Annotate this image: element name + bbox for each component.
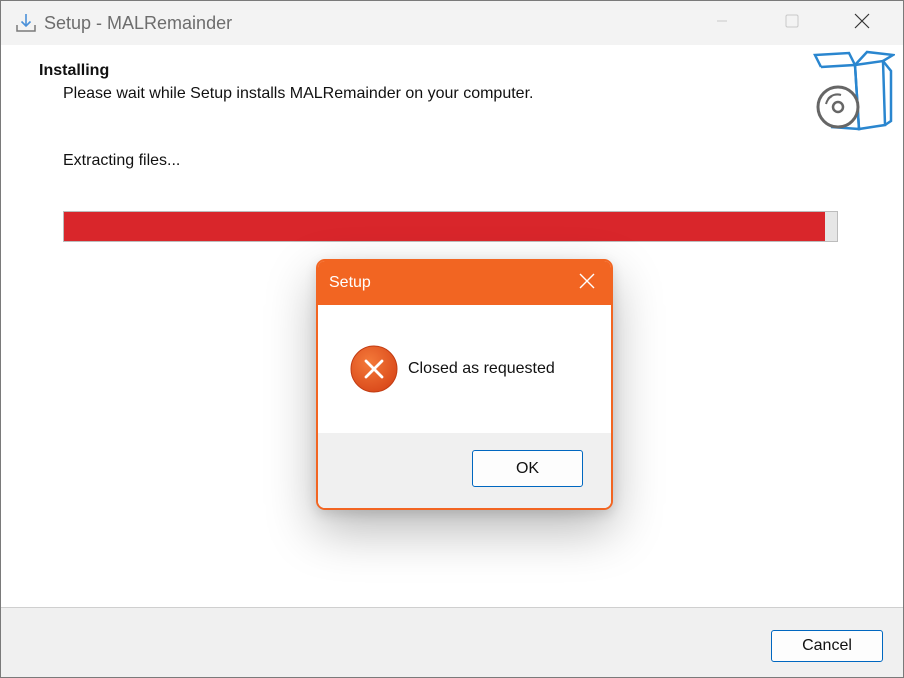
dialog-title: Setup xyxy=(329,274,371,291)
footer: Cancel xyxy=(1,608,903,677)
window-title: Setup - MALRemainder xyxy=(44,13,233,33)
setup-window: Setup - MALRemainder Installing Please w… xyxy=(0,0,904,678)
maximize-icon xyxy=(785,14,799,33)
progress-bar xyxy=(63,211,838,242)
message-dialog: Setup Closed as requested OK xyxy=(316,259,613,510)
dialog-title-bar: Setup xyxy=(318,261,611,305)
dialog-close-button[interactable] xyxy=(569,265,605,301)
maximize-button[interactable] xyxy=(757,1,827,45)
title-bar: Setup - MALRemainder xyxy=(1,1,903,45)
status-text: Extracting files... xyxy=(63,152,181,169)
ok-button[interactable]: OK xyxy=(472,450,583,487)
error-icon xyxy=(350,345,398,393)
software-box-icon xyxy=(811,49,897,133)
minimize-icon xyxy=(716,14,728,32)
cancel-button[interactable]: Cancel xyxy=(771,630,883,662)
dialog-message: Closed as requested xyxy=(408,360,555,377)
page-heading: Installing xyxy=(39,62,110,79)
install-icon xyxy=(15,12,37,34)
window-close-button[interactable] xyxy=(827,1,897,45)
dialog-body: Closed as requested xyxy=(318,305,611,433)
page-subheading: Please wait while Setup installs MALRema… xyxy=(63,85,534,102)
close-icon xyxy=(854,13,870,34)
dialog-footer: OK xyxy=(318,433,611,508)
minimize-button[interactable] xyxy=(687,1,757,45)
progress-fill xyxy=(64,212,826,241)
close-icon xyxy=(579,273,595,294)
